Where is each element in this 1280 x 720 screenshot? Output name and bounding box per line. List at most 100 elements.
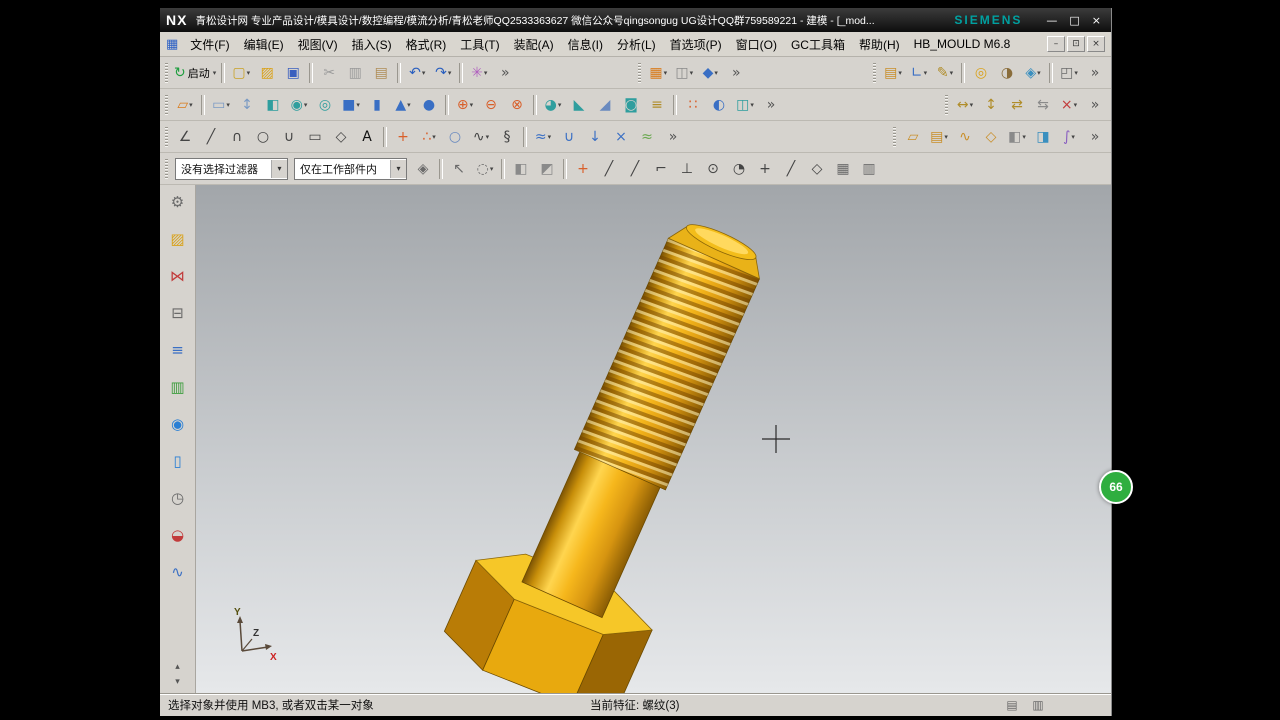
extrude-button[interactable]: ◧ <box>260 92 286 118</box>
shell-button[interactable]: ◙ <box>618 92 644 118</box>
move-face-button[interactable]: ↔ ▾ <box>952 92 978 118</box>
help-library-icon[interactable]: ▯ <box>167 450 189 472</box>
mid-point-snap-button[interactable]: ╱ <box>622 156 648 182</box>
trim-body-button[interactable]: ◫ ▾ <box>732 92 758 118</box>
point-set-button[interactable]: ∴ ▾ <box>416 124 442 150</box>
pattern-feature-button[interactable]: ∷ <box>680 92 706 118</box>
n-sided-surface-button[interactable]: ◇ <box>978 124 1004 150</box>
mirror-feature-button[interactable]: ◐ <box>706 92 732 118</box>
ruled-surface-button[interactable]: ▱ <box>900 124 926 150</box>
menu-item[interactable]: 工具(T) <box>453 36 506 53</box>
navigation-gear-icon[interactable]: ⚙ <box>167 191 189 213</box>
cylinder-button[interactable]: ▮ <box>364 92 390 118</box>
point-button[interactable]: + <box>390 124 416 150</box>
copy-button[interactable]: ▥ <box>342 60 368 86</box>
view-orientation-button[interactable]: ∟ ▾ <box>906 60 932 86</box>
polygon-button[interactable]: ◇ <box>328 124 354 150</box>
grid-snap-button[interactable]: ▦ <box>830 156 856 182</box>
arc-center-snap-button[interactable]: ⊙ <box>700 156 726 182</box>
overflow-chevron[interactable]: » <box>492 60 518 86</box>
child-minimize-button[interactable]: – <box>1047 36 1065 52</box>
replace-face-button[interactable]: ⇆ <box>1030 92 1056 118</box>
general-selection-filter-button[interactable]: ◈ <box>410 156 436 182</box>
intersect-button[interactable]: ⊗ <box>504 92 530 118</box>
arc-button[interactable]: ∩ <box>224 124 250 150</box>
profile-button[interactable]: ∠ <box>172 124 198 150</box>
menu-item[interactable]: 分析(L) <box>610 36 663 53</box>
end-point-snap-button[interactable]: ╱ <box>596 156 622 182</box>
resource-scroll-down-button[interactable]: ▾ <box>167 676 189 688</box>
part-navigator-icon[interactable]: ≡ <box>167 339 189 361</box>
studio-spline-button[interactable]: ∿ ▾ <box>468 124 494 150</box>
toolbar-grip[interactable] <box>165 126 168 147</box>
show-hide-button[interactable]: ◫ ▾ <box>671 60 697 86</box>
project-curve-button[interactable]: ↓ <box>582 124 608 150</box>
menu-item[interactable]: 视图(V) <box>291 36 345 53</box>
hole-button[interactable]: ◎ <box>312 92 338 118</box>
intersection-curve-button[interactable]: × <box>608 124 634 150</box>
section-curve-button[interactable]: ≈ <box>634 124 660 150</box>
existing-point-snap-button[interactable]: + <box>752 156 778 182</box>
menu-item[interactable]: 窗口(O) <box>729 36 784 53</box>
menu-item[interactable]: 装配(A) <box>507 36 561 53</box>
graphics-window[interactable]: Y Z X <box>196 185 1111 693</box>
toolbar-grip[interactable] <box>873 62 876 83</box>
spotlight-button[interactable]: ◈ ▾ <box>1020 60 1046 86</box>
history-icon[interactable]: ◷ <box>167 487 189 509</box>
window-layout-button[interactable]: ◰ ▾ <box>1056 60 1082 86</box>
close-button[interactable]: × <box>1092 15 1101 26</box>
ellipse-button[interactable]: ○ <box>442 124 468 150</box>
unite-button[interactable]: ⊕ ▾ <box>452 92 478 118</box>
offset-region-button[interactable]: ⇄ <box>1004 92 1030 118</box>
wcs-dynamics-button[interactable]: ✎ ▾ <box>932 60 958 86</box>
shaded-solid-button[interactable]: ◧ <box>508 156 534 182</box>
offset-surface-button[interactable]: ◧ ▾ <box>1004 124 1030 150</box>
through-curves-button[interactable]: ▤ ▾ <box>926 124 952 150</box>
overflow-chevron[interactable]: » <box>1082 60 1108 86</box>
menu-item[interactable]: 插入(S) <box>345 36 399 53</box>
status-clip-icon[interactable]: ▥ <box>1027 694 1049 716</box>
circle-button[interactable]: ○ <box>250 124 276 150</box>
cone-button[interactable]: ▲ ▾ <box>390 92 416 118</box>
select-cursor-button[interactable]: ↖ <box>446 156 472 182</box>
line-button[interactable]: ╱ <box>198 124 224 150</box>
command-finder-button[interactable]: ✳ ▾ <box>466 60 492 86</box>
snap-point-toggle[interactable]: + <box>570 156 596 182</box>
constraint-navigator-icon[interactable]: ⊟ <box>167 302 189 324</box>
internet-explorer-icon[interactable]: ◉ <box>167 413 189 435</box>
snap-options-button[interactable]: ▥ <box>856 156 882 182</box>
text-button[interactable]: A <box>354 124 380 150</box>
point-on-face-snap-button[interactable]: ◇ <box>804 156 830 182</box>
toolbar-grip[interactable] <box>165 94 168 115</box>
overflow-chevron[interactable]: » <box>660 124 686 150</box>
pull-face-button[interactable]: ↕ <box>978 92 1004 118</box>
start-button[interactable]: ↻ 启动 ▾ <box>172 60 218 86</box>
child-restore-button[interactable]: ⊡ <box>1067 36 1085 52</box>
menu-item[interactable]: 帮助(H) <box>852 36 907 53</box>
toolbar-grip[interactable] <box>165 62 168 83</box>
fillet-button[interactable]: ∪ <box>276 124 302 150</box>
lasso-button[interactable]: ◌ ▾ <box>472 156 498 182</box>
block-button[interactable]: ■ ▾ <box>338 92 364 118</box>
bridge-curve-button[interactable]: ∪ <box>556 124 582 150</box>
layer-settings-button[interactable]: ▤ ▾ <box>880 60 906 86</box>
process-studio-icon[interactable]: ∿ <box>167 561 189 583</box>
toolbar-grip[interactable] <box>165 158 168 179</box>
display-mode-button[interactable]: ▦ ▾ <box>645 60 671 86</box>
facet-body-button[interactable]: ◩ <box>534 156 560 182</box>
swept-button[interactable]: ∿ <box>952 124 978 150</box>
selection-filter-dropdown[interactable]: 没有选择过滤器 ▾ <box>175 157 288 180</box>
resource-scroll-up-button[interactable]: ▴ <box>167 661 189 673</box>
subtract-button[interactable]: ⊖ <box>478 92 504 118</box>
status-doc-icon[interactable]: ▤ <box>1001 694 1023 716</box>
trimmed-sheet-button[interactable]: ◨ <box>1030 124 1056 150</box>
control-point-snap-button[interactable]: ⌐ <box>648 156 674 182</box>
overflow-chevron[interactable]: » <box>1082 124 1108 150</box>
measure-distance-button[interactable]: ◎ <box>968 60 994 86</box>
datum-axis-button[interactable]: ↕ <box>234 92 260 118</box>
menu-item[interactable]: 文件(F) <box>183 36 236 53</box>
rectangle-button[interactable]: ▭ <box>302 124 328 150</box>
maximize-button[interactable]: □ <box>1069 15 1079 26</box>
sphere-button[interactable]: ● <box>416 92 442 118</box>
thread-button[interactable]: ≡ <box>644 92 670 118</box>
